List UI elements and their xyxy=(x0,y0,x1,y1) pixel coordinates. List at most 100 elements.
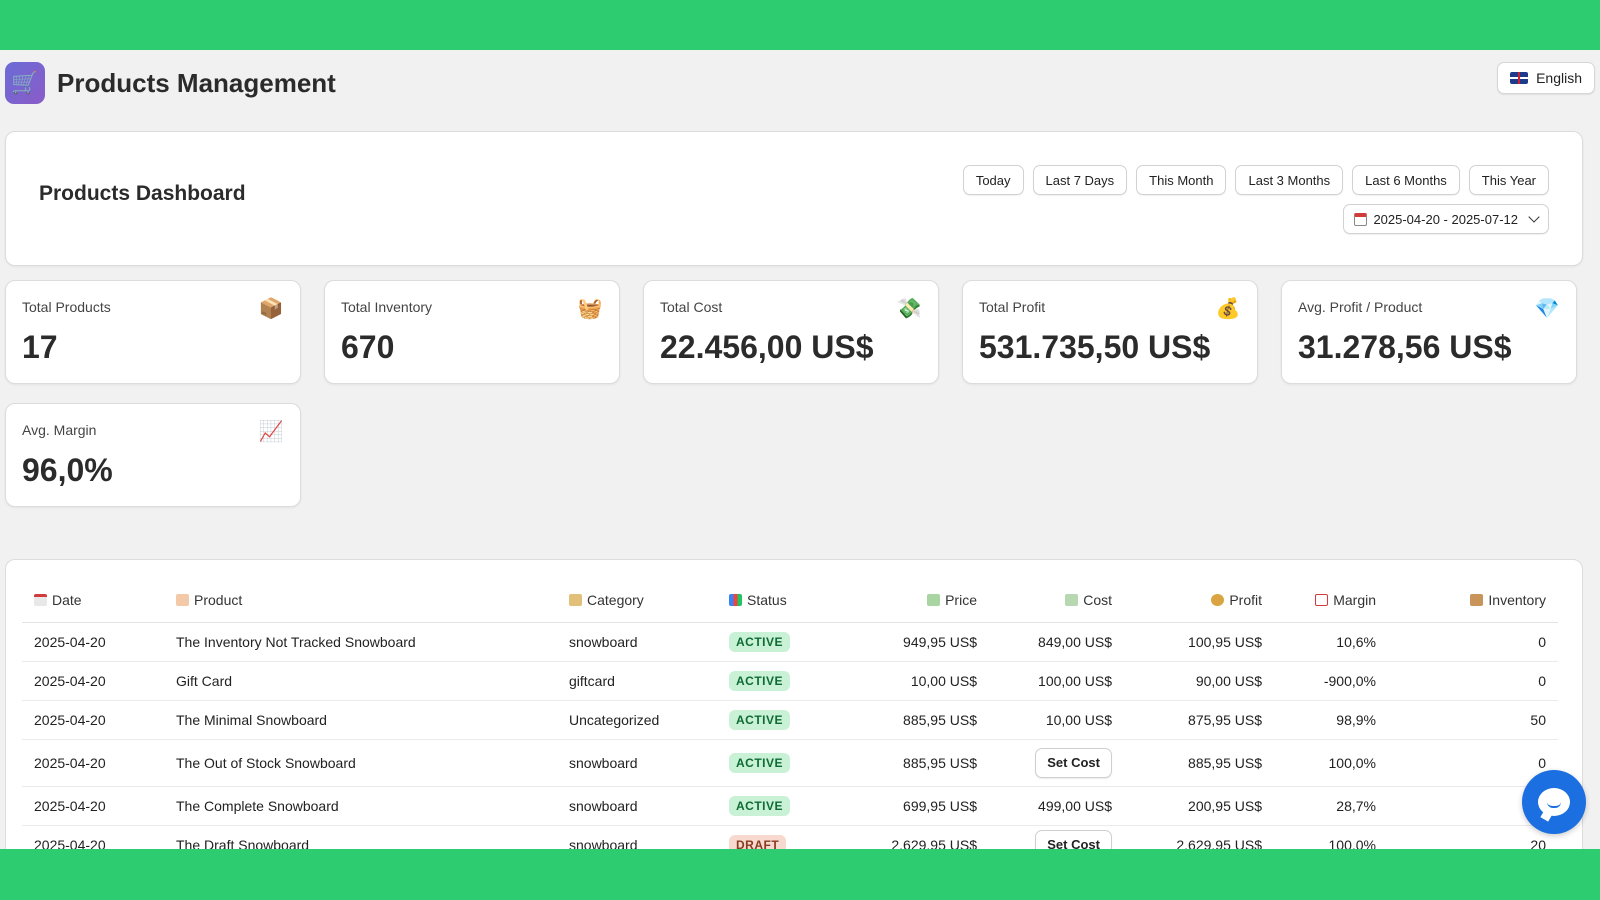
cell-cost: 10,00 US$ xyxy=(989,700,1124,740)
cell-price: 10,00 US$ xyxy=(845,661,989,701)
cell-date: 2025-04-20 xyxy=(22,622,164,662)
cell-product: Gift Card xyxy=(164,661,557,701)
cell-price: 699,95 US$ xyxy=(845,786,989,826)
header-status[interactable]: Status xyxy=(717,578,845,623)
cell-product: The Minimal Snowboard xyxy=(164,700,557,740)
bottom-green-band xyxy=(0,849,1600,900)
shopping-cart-icon: 🛒 xyxy=(5,62,45,104)
cell-cost: 100,00 US$ xyxy=(989,661,1124,701)
dashboard-header-card: Products Dashboard Today Last 7 Days Thi… xyxy=(5,131,1583,266)
stat-card-total-cost: Total Cost 💸 22.456,00 US$ xyxy=(643,280,939,384)
header-margin[interactable]: Margin xyxy=(1274,578,1388,623)
cell-status: ACTIVE xyxy=(717,786,845,826)
products-table-card: Date Product Category Status Price Cost … xyxy=(5,559,1583,849)
stat-card-avg-profit: Avg. Profit / Product 💎 31.278,56 US$ xyxy=(1281,280,1577,384)
stat-card-total-products: Total Products 📦 17 xyxy=(5,280,301,384)
cell-profit: 200,95 US$ xyxy=(1124,786,1274,826)
status-badge: ACTIVE xyxy=(729,709,791,730)
stat-label: Total Products xyxy=(22,299,111,315)
products-table: Date Product Category Status Price Cost … xyxy=(22,578,1558,849)
header-category[interactable]: Category xyxy=(557,578,717,623)
cell-margin: 10,6% xyxy=(1274,622,1388,662)
cell-product: The Complete Snowboard xyxy=(164,786,557,826)
cell-category: snowboard xyxy=(557,739,717,787)
cell-date: 2025-04-20 xyxy=(22,786,164,826)
money-bag-icon: 💰 xyxy=(1215,297,1241,320)
cell-date: 2025-04-20 xyxy=(22,661,164,701)
cell-inventory: 50 xyxy=(1388,700,1558,740)
stat-label: Total Inventory xyxy=(341,299,433,315)
cell-cost: 849,00 US$ xyxy=(989,622,1124,662)
money-wings-icon: 💸 xyxy=(896,297,922,320)
table-row[interactable]: 2025-04-20 Gift Card giftcard ACTIVE 10,… xyxy=(22,661,1558,701)
dashboard-title: Products Dashboard xyxy=(39,182,246,205)
cell-profit: 90,00 US$ xyxy=(1124,661,1274,701)
table-row[interactable]: 2025-04-20 The Draft Snowboard snowboard… xyxy=(22,825,1558,849)
date-range-select[interactable]: 2025-04-20 - 2025-07-12 xyxy=(1343,204,1549,234)
period-today-button[interactable]: Today xyxy=(962,165,1024,195)
period-filter-group: Today Last 7 Days This Month Last 3 Mont… xyxy=(962,165,1549,195)
period-this-year-button[interactable]: This Year xyxy=(1468,165,1549,195)
chart-increasing-icon: 📈 xyxy=(258,420,284,443)
top-green-band xyxy=(0,0,1600,50)
money-bag-icon xyxy=(1211,593,1225,606)
cell-margin: 100,0% xyxy=(1274,739,1388,787)
cell-status: ACTIVE xyxy=(717,700,845,740)
header-profit[interactable]: Profit xyxy=(1124,578,1274,623)
calendar-icon xyxy=(1354,212,1368,226)
cell-date: 2025-04-20 xyxy=(22,739,164,787)
table-row[interactable]: 2025-04-20 The Minimal Snowboard Uncateg… xyxy=(22,700,1558,740)
language-selector[interactable]: English xyxy=(1497,62,1595,94)
cell-inventory: 0 xyxy=(1388,661,1558,701)
cell-profit: 2.629,95 US$ xyxy=(1124,825,1274,849)
app-title: Products Management xyxy=(57,67,336,98)
cell-cost: 499,00 US$ xyxy=(989,786,1124,826)
cell-category: snowboard xyxy=(557,622,717,662)
header-product[interactable]: Product xyxy=(164,578,557,623)
status-badge: ACTIVE xyxy=(729,795,791,816)
tag-icon xyxy=(176,593,189,606)
table-row[interactable]: 2025-04-20 The Inventory Not Tracked Sno… xyxy=(22,622,1558,662)
cell-status: ACTIVE xyxy=(717,661,845,701)
cell-margin: 28,7% xyxy=(1274,786,1388,826)
folder-icon xyxy=(569,593,582,606)
cell-product: The Inventory Not Tracked Snowboard xyxy=(164,622,557,662)
stat-label: Avg. Margin xyxy=(22,422,97,438)
header-price[interactable]: Price xyxy=(845,578,989,623)
cell-price: 885,95 US$ xyxy=(845,739,989,787)
period-last-6-months-button[interactable]: Last 6 Months xyxy=(1352,165,1460,195)
cell-cost: Set Cost xyxy=(989,739,1124,787)
table-row[interactable]: 2025-04-20 The Out of Stock Snowboard sn… xyxy=(22,739,1558,787)
chat-support-button[interactable] xyxy=(1522,770,1586,834)
table-row[interactable]: 2025-04-20 The Complete Snowboard snowbo… xyxy=(22,786,1558,826)
package-icon xyxy=(1470,593,1484,606)
status-badge: ACTIVE xyxy=(729,631,791,652)
header-inventory[interactable]: Inventory xyxy=(1388,578,1558,623)
table-header-row: Date Product Category Status Price Cost … xyxy=(22,578,1558,623)
bar-chart-icon xyxy=(729,593,742,606)
set-cost-button[interactable]: Set Cost xyxy=(1035,747,1112,778)
period-this-month-button[interactable]: This Month xyxy=(1136,165,1227,195)
chart-increasing-icon xyxy=(1315,593,1329,606)
date-range-value: 2025-04-20 - 2025-07-12 xyxy=(1373,211,1518,227)
stat-value: 531.735,50 US$ xyxy=(979,329,1211,365)
stat-value: 22.456,00 US$ xyxy=(660,329,874,365)
cell-profit: 100,95 US$ xyxy=(1124,622,1274,662)
period-last-7-days-button[interactable]: Last 7 Days xyxy=(1032,165,1128,195)
header-date[interactable]: Date xyxy=(22,578,164,623)
stat-label: Total Profit xyxy=(979,299,1046,315)
chat-icon xyxy=(1538,788,1570,816)
period-last-3-months-button[interactable]: Last 3 Months xyxy=(1235,165,1344,195)
cell-product: The Draft Snowboard xyxy=(164,825,557,849)
stat-label: Avg. Profit / Product xyxy=(1298,299,1423,315)
cell-inventory: 0 xyxy=(1388,622,1558,662)
basket-icon: 🧺 xyxy=(577,297,603,320)
cell-status: ACTIVE xyxy=(717,739,845,787)
stat-value: 31.278,56 US$ xyxy=(1298,329,1512,365)
cell-category: giftcard xyxy=(557,661,717,701)
set-cost-button[interactable]: Set Cost xyxy=(1035,829,1112,849)
cell-price: 885,95 US$ xyxy=(845,700,989,740)
header-cost[interactable]: Cost xyxy=(989,578,1124,623)
cell-product: The Out of Stock Snowboard xyxy=(164,739,557,787)
cell-status: ACTIVE xyxy=(717,622,845,662)
